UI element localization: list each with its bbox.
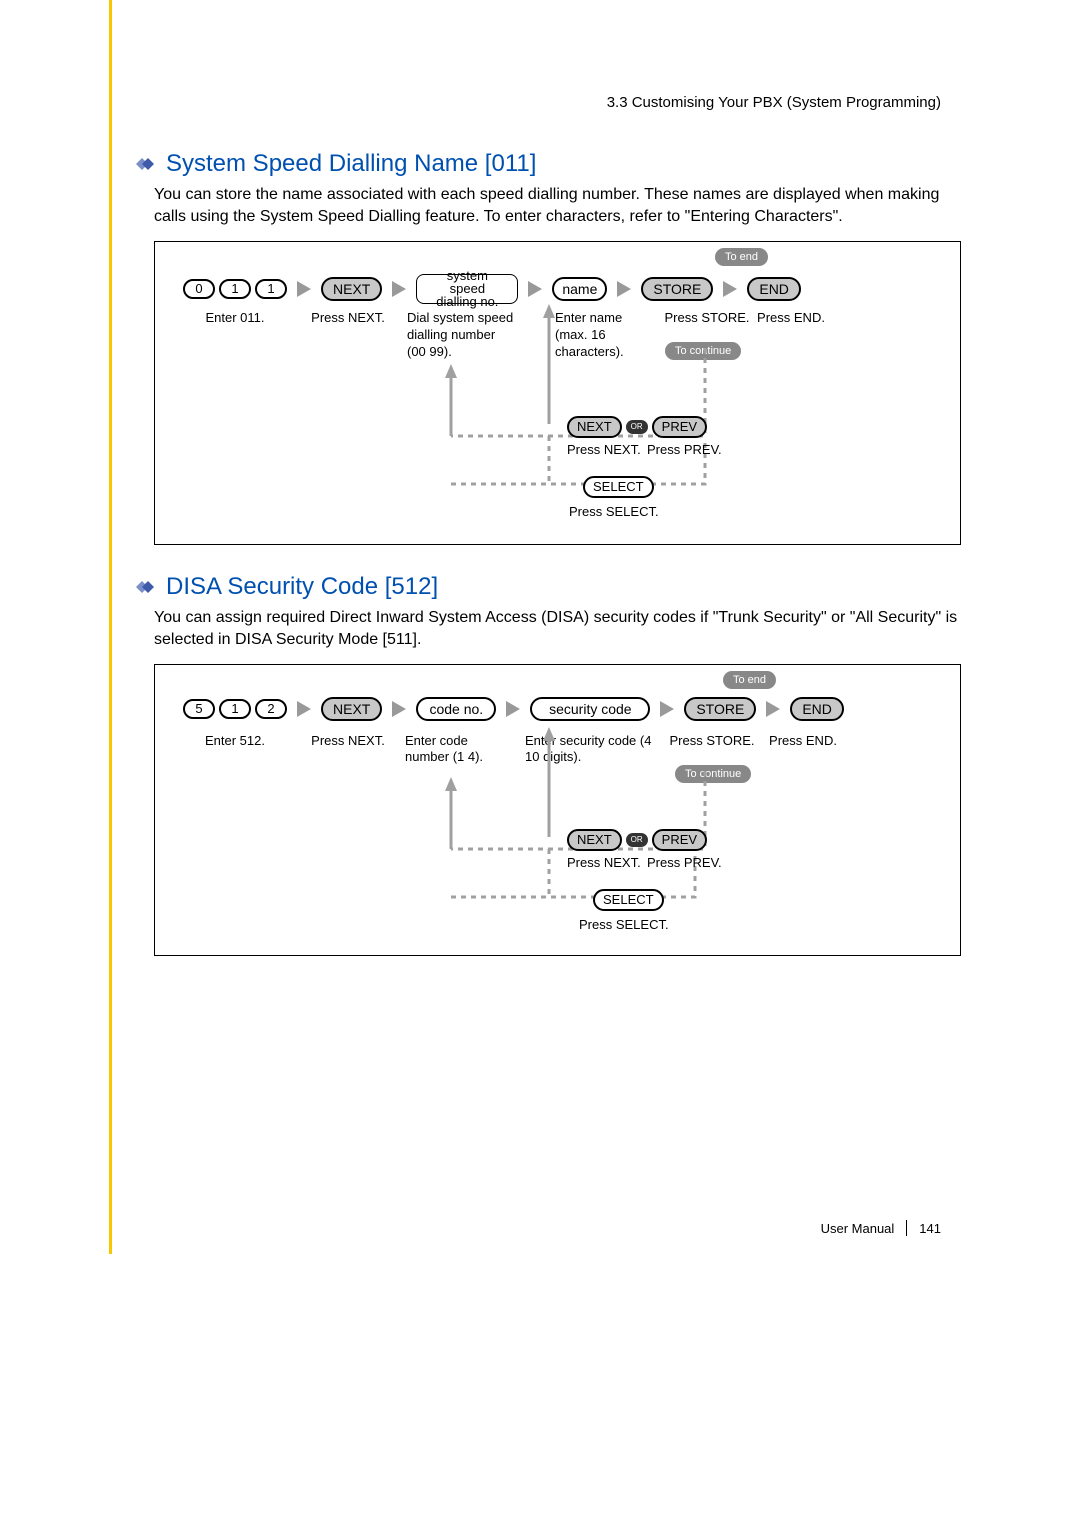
key-2: 2 (255, 699, 287, 719)
arrow-icon (392, 281, 406, 297)
key-5: 5 (183, 699, 215, 719)
key-1: 1 (219, 279, 251, 299)
footer-manual: User Manual (821, 1221, 895, 1236)
box-line1: system speed (429, 269, 505, 295)
page-footer: User Manual 141 (821, 1220, 941, 1236)
loop-next-button: NEXT (567, 829, 622, 851)
hint-loop-prev: Press PREV. (647, 855, 722, 872)
hint-loop-prev: Press PREV. (647, 442, 722, 459)
next-button: NEXT (321, 697, 382, 721)
section-header: DISA Security Code [512] (130, 573, 961, 601)
section-body: You can assign required Direct Inward Sy… (154, 607, 961, 652)
section-title: System Speed Dialling Name [011] (166, 150, 536, 178)
diamond-bullet-icon (130, 577, 158, 597)
select-button: SELECT (583, 476, 654, 498)
hint-press-select: Press SELECT. (579, 917, 669, 934)
next-button: NEXT (321, 277, 382, 301)
select-button: SELECT (593, 889, 664, 911)
keypad-keys: 5 1 2 (183, 699, 287, 719)
end-button: END (747, 277, 801, 301)
end-button: END (790, 697, 844, 721)
footer-divider (906, 1220, 907, 1236)
hint-press-select: Press SELECT. (569, 504, 659, 521)
hint-loop-next: Press NEXT. (567, 442, 641, 459)
arrow-icon (297, 281, 311, 297)
diamond-bullet-icon (130, 154, 158, 174)
hint-enter-011: Enter 011. (195, 310, 275, 327)
procedure-diagram-011: To end 0 1 1 NEXT system speed dialling … (154, 241, 961, 545)
hint-press-end: Press END. (763, 733, 843, 750)
arrow-icon (660, 701, 674, 717)
section-header: System Speed Dialling Name [011] (130, 150, 961, 178)
loop-prev-button: PREV (652, 829, 707, 851)
hint-press-next: Press NEXT. (303, 310, 393, 327)
loop-next-button: NEXT (567, 416, 622, 438)
security-code-box: security code (530, 697, 650, 721)
keypad-keys: 0 1 1 (183, 279, 287, 299)
section-title: DISA Security Code [512] (166, 573, 438, 601)
arrow-icon (723, 281, 737, 297)
breadcrumb: 3.3 Customising Your PBX (System Program… (607, 94, 941, 111)
arrow-icon (617, 281, 631, 297)
arrow-icon (392, 701, 406, 717)
to-end-label: To end (723, 671, 776, 689)
page-content: 3.3 Customising Your PBX (System Program… (109, 0, 961, 1254)
or-label: OR (626, 420, 648, 434)
to-end-label: To end (715, 248, 768, 266)
code-no-box: code no. (416, 697, 496, 721)
loop-next-prev: NEXT OR PREV (567, 829, 707, 851)
hint-enter-512: Enter 512. (195, 733, 275, 750)
procedure-diagram-512: To end 5 1 2 NEXT code no. security code… (154, 664, 961, 956)
footer-page-number: 141 (919, 1221, 941, 1236)
loop-arrows (435, 719, 735, 929)
hint-press-next: Press NEXT. (303, 733, 393, 750)
section-disa-security-code: DISA Security Code [512] You can assign … (130, 573, 961, 956)
arrow-icon (528, 281, 542, 297)
or-label: OR (626, 833, 648, 847)
section-body: You can store the name associated with e… (154, 184, 961, 229)
key-1b: 1 (255, 279, 287, 299)
loop-next-prev: NEXT OR PREV (567, 416, 707, 438)
hint-press-end: Press END. (751, 310, 831, 327)
arrow-icon (297, 701, 311, 717)
loop-prev-button: PREV (652, 416, 707, 438)
store-button: STORE (684, 697, 756, 721)
key-0: 0 (183, 279, 215, 299)
key-1: 1 (219, 699, 251, 719)
arrow-icon (506, 701, 520, 717)
section-system-speed-dialling: System Speed Dialling Name [011] You can… (130, 150, 961, 545)
arrow-icon (766, 701, 780, 717)
hint-loop-next: Press NEXT. (567, 855, 641, 872)
